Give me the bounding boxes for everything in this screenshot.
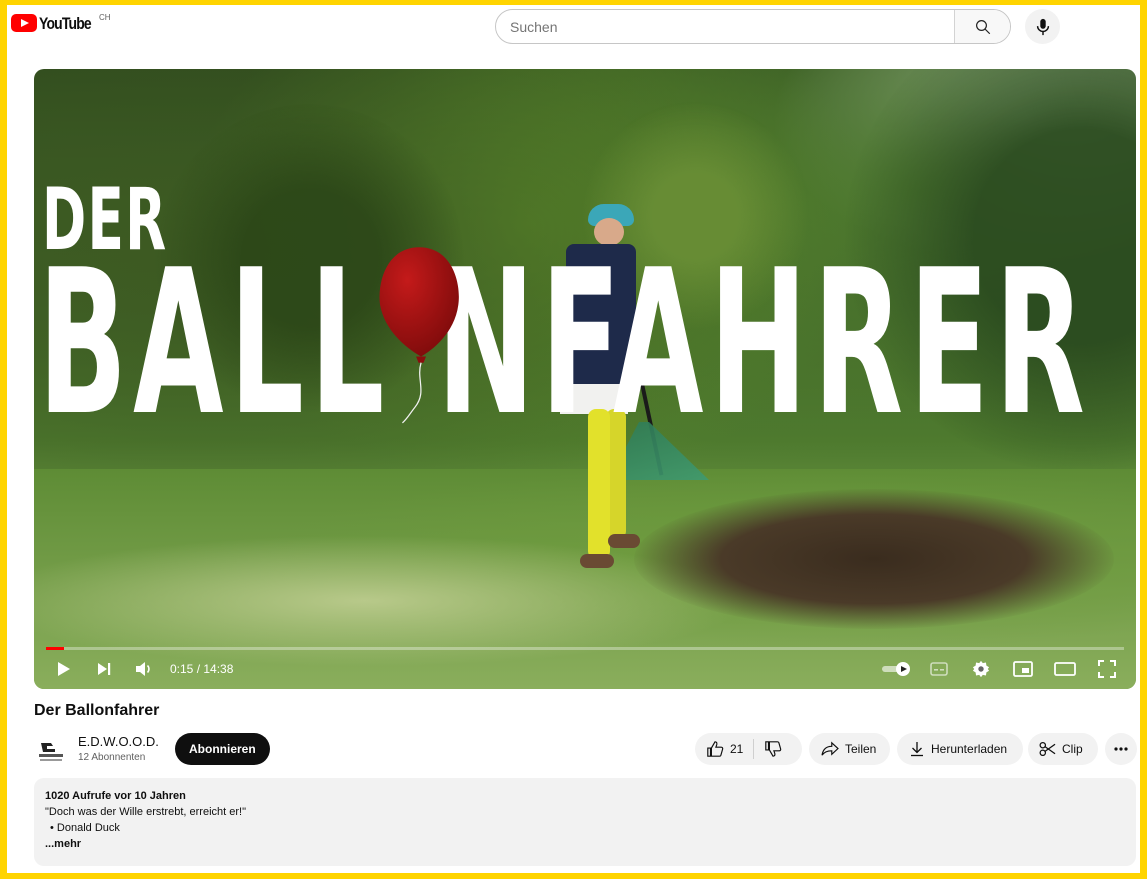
share-button[interactable]: Teilen — [809, 733, 890, 765]
clip-button-content: Clip — [1028, 733, 1093, 765]
search-button[interactable] — [954, 10, 1010, 43]
logo-text: YouTube — [39, 14, 92, 33]
dislike-button[interactable] — [754, 733, 792, 765]
clip-label: Clip — [1062, 742, 1083, 756]
subscribe-button[interactable]: Abonnieren — [175, 733, 270, 765]
balloon-icon — [379, 247, 459, 424]
theater-mode-button[interactable] — [1044, 649, 1086, 689]
country-code: CH — [99, 13, 111, 22]
youtube-play-icon — [11, 14, 37, 32]
overlay-title-line2: BALL NFAHRER — [38, 227, 1091, 460]
description-box[interactable]: 1020 Aufrufe vor 10 Jahren "Doch was der… — [34, 778, 1136, 866]
player-controls-right — [876, 649, 1128, 689]
like-count: 21 — [730, 742, 744, 756]
next-button[interactable] — [84, 649, 124, 689]
gear-icon — [972, 660, 990, 678]
download-icon — [911, 742, 923, 757]
autoplay-toggle-icon — [882, 662, 910, 676]
subtitles-button[interactable] — [918, 649, 960, 689]
clip-button[interactable]: Clip — [1028, 733, 1098, 765]
settings-button[interactable] — [960, 649, 1002, 689]
theater-icon — [1054, 662, 1076, 676]
view-stats: 1020 Aufrufe vor 10 Jahren — [45, 790, 186, 802]
time-display: 0:15 / 14:38 — [170, 662, 234, 676]
play-button[interactable] — [44, 649, 84, 689]
thumbs-up-icon — [707, 741, 724, 757]
scissors-icon — [1039, 741, 1056, 757]
mute-button[interactable] — [124, 649, 164, 689]
fullscreen-icon — [1098, 660, 1116, 678]
miniplayer-button[interactable] — [1002, 649, 1044, 689]
search-bar — [495, 9, 1011, 44]
download-button[interactable]: Herunterladen — [897, 733, 1023, 765]
download-button-content: Herunterladen — [897, 733, 1017, 765]
video-title: Der Ballonfahrer — [34, 702, 160, 719]
share-icon — [821, 741, 839, 756]
share-button-content: Teilen — [809, 733, 886, 765]
player-controls: 0:15 / 14:38 — [34, 649, 1136, 689]
video-player[interactable]: DER BALL NFAHRER 0:15 / 14:38 — [34, 69, 1136, 689]
search-input[interactable] — [496, 10, 954, 43]
play-icon — [58, 662, 70, 676]
show-more-link[interactable]: ...mehr — [45, 836, 1125, 852]
like-button[interactable]: 21 — [695, 733, 753, 765]
subtitles-icon — [930, 662, 948, 676]
voice-search-button[interactable] — [1025, 9, 1060, 44]
microphone-icon — [1036, 18, 1049, 35]
description-bullet-text: Donald Duck — [56, 822, 120, 834]
miniplayer-icon — [1013, 661, 1033, 677]
download-label: Herunterladen — [931, 742, 1008, 756]
next-icon — [98, 663, 111, 675]
description-quote: "Doch was der Wille erstrebt, erreicht e… — [45, 806, 246, 818]
channel-name[interactable]: E.D.W.O.O.D. — [78, 734, 159, 749]
video-frame-leaf-pile — [634, 489, 1114, 629]
like-dislike-group: 21 — [695, 733, 802, 765]
youtube-logo[interactable]: YouTube CH — [11, 13, 111, 34]
youtube-watch-page: YouTube CH DER BALL NFAHRER — [7, 5, 1140, 873]
channel-avatar[interactable] — [36, 736, 66, 766]
volume-icon — [136, 662, 150, 676]
fullscreen-button[interactable] — [1086, 649, 1128, 689]
more-actions-button[interactable] — [1105, 733, 1137, 765]
description-bullet: • Donald Duck — [50, 822, 120, 834]
subscriber-count: 12 Abonnenten — [78, 752, 146, 763]
channel-logo-icon — [39, 743, 63, 761]
thumbs-down-icon — [765, 741, 782, 757]
search-icon — [975, 19, 990, 34]
autoplay-toggle[interactable] — [876, 649, 918, 689]
more-horizontal-icon — [1114, 747, 1128, 751]
share-label: Teilen — [845, 742, 877, 756]
